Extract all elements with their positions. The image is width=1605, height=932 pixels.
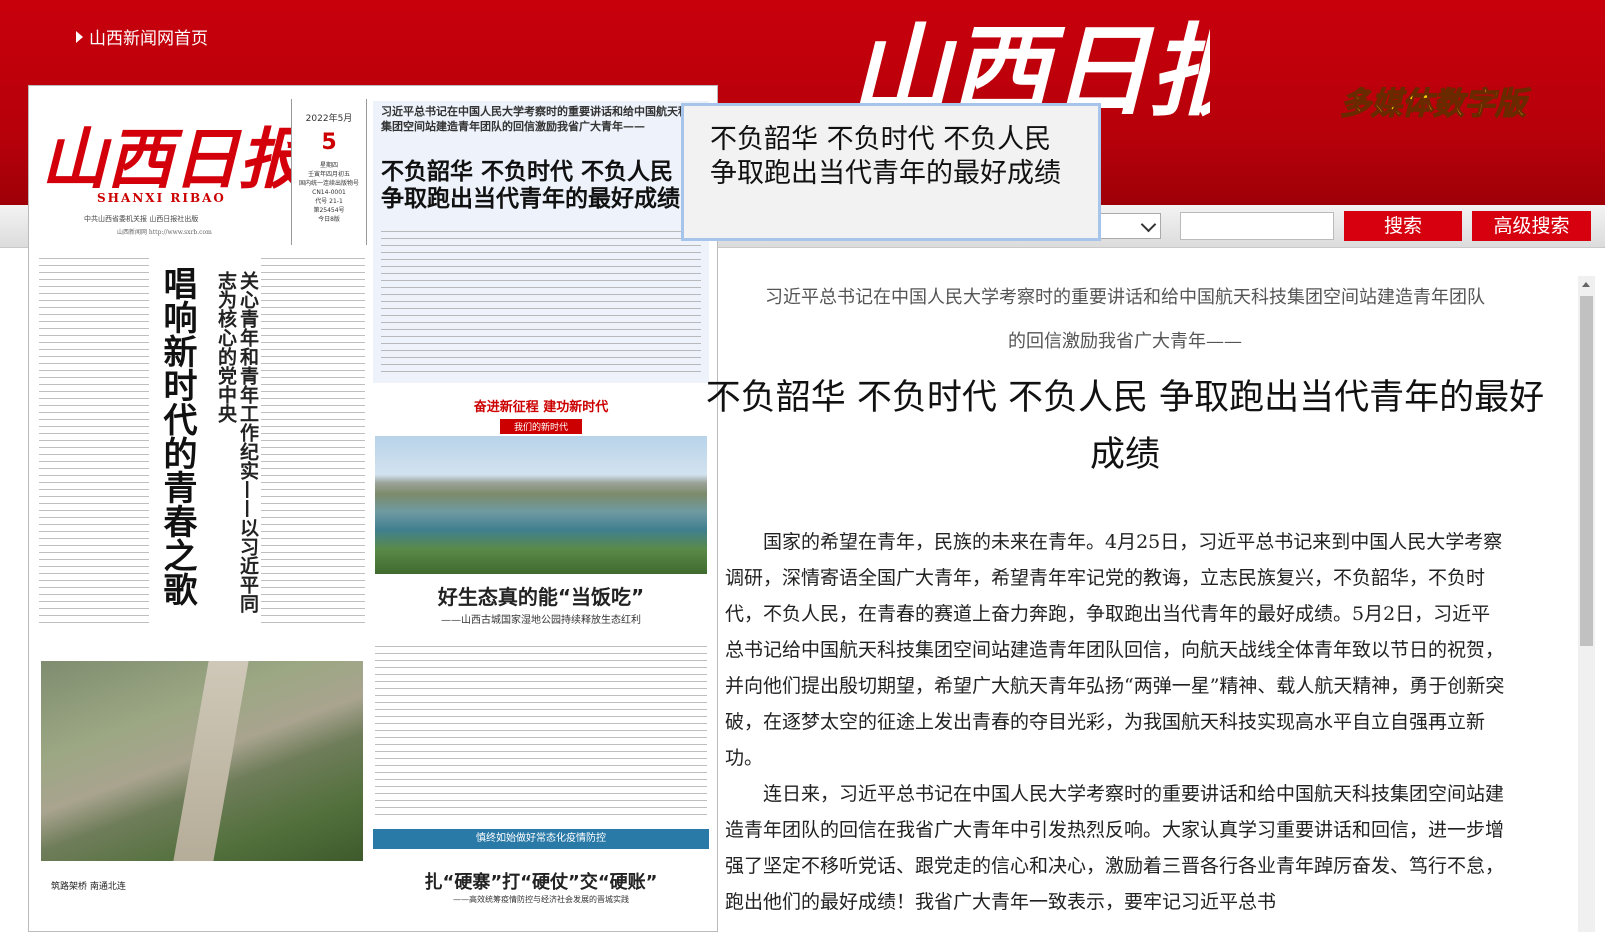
issue-info-line: 国内统一连续出版物号	[298, 180, 359, 187]
feature-body-text	[375, 646, 707, 821]
article-kicker-line: 习近平总书记在中国人民大学考察时的重要讲话和给中国航天科技集团空间站建造青年团队	[765, 287, 1485, 308]
feature-subbanner: 我们的新时代	[499, 419, 582, 434]
home-link-label: 山西新闻网首页	[89, 29, 208, 49]
column-text	[39, 258, 149, 628]
column-text	[261, 258, 365, 628]
bottom-headline[interactable]: 扎“硬寨”打“硬仗”交“硬账”	[373, 868, 709, 894]
vertical-subheadline: 关心青年和青年工作纪实——以习近平同志为核心的党中央	[215, 271, 259, 613]
photo-caption: 筑路架桥 南通北连	[51, 882, 126, 892]
chevron-down-icon	[1140, 216, 1157, 233]
lead-story-body-text	[381, 231, 701, 376]
article-title: 不负韶华 不负时代 不负人民 争取跑出当代青年的最好成绩	[705, 378, 1545, 475]
home-link[interactable]: 山西新闻网首页	[76, 24, 208, 49]
edition-label: 多媒体数字版	[1339, 82, 1590, 122]
masthead-subinfo: 中共山西省委机关报 山西日报社出版	[84, 215, 199, 223]
feature-banner-text: 奋进新征程 建功新时代	[473, 400, 609, 415]
feature-subheadline: ——山西古城国家湿地公园持续释放生态红利	[441, 615, 641, 626]
feature-banner: 奋进新征程 建功新时代 我们的新时代	[373, 396, 709, 434]
vertical-headline[interactable]: 唱响新时代的青春之歌	[157, 266, 197, 606]
epidemic-banner: 慎终如始做好常态化疫情防控	[373, 829, 709, 849]
lake-photo[interactable]	[375, 436, 707, 574]
search-input[interactable]	[1180, 212, 1334, 240]
issue-date-box: 2022年5月 5 星期四 壬寅年四月初五 国内统一连续出版物号 CN14-00…	[291, 99, 367, 245]
article-kicker-line: 的回信激励我省广大青年——	[1008, 331, 1242, 352]
scroll-up-arrow-icon[interactable]	[1578, 276, 1595, 293]
road-strip	[173, 661, 249, 861]
lead-story-kicker: 习近平总书记在中国人民大学考察时的重要讲话和给中国航天科技集团空间站建造青年团队…	[381, 105, 700, 133]
lead-story-block[interactable]: 习近平总书记在中国人民大学考察时的重要讲话和给中国航天科技集团空间站建造青年团队…	[373, 101, 709, 383]
scroll-thumb[interactable]	[1580, 296, 1593, 646]
lead-story-title: 不负韶华 不负时代 不负人民 争取跑出当代青年的最好成绩	[381, 159, 680, 212]
bottom-subheadline: ——高效统筹疫情防控与经济社会发展的晋城实践	[453, 895, 629, 904]
newspaper-page[interactable]: 山西日报 SHANXI RIBAO 中共山西省委机关报 山西日报社出版 山西新闻…	[28, 85, 718, 932]
issue-info-line: 星期四	[319, 162, 338, 169]
search-button[interactable]: 搜索	[1344, 211, 1462, 241]
advanced-search-button[interactable]: 高级搜索	[1472, 211, 1591, 241]
edition-label-text: 多媒体数字版	[1340, 86, 1532, 122]
masthead-text: 山西日报	[41, 120, 291, 198]
issue-info-line: CN14-0001	[312, 189, 346, 196]
masthead-url: 山西新闻网 http://www.sxrb.com	[117, 229, 212, 236]
issue-info-line: 代号 21-1	[315, 198, 343, 205]
issue-info-line: 第25454号	[313, 207, 345, 214]
issue-year-month: 2022年5月	[305, 114, 353, 124]
issue-info-line: 壬寅年四月初五	[307, 171, 350, 178]
masthead-pinyin: SHANXI RIBAO	[97, 191, 226, 205]
hover-tooltip: 不负韶华 不负时代 不负人民 争取跑出当代青年的最好成绩	[681, 103, 1101, 241]
article-panel: 习近平总书记在中国人民大学考察时的重要讲话和给中国航天科技集团空间站建造青年团队…	[705, 276, 1545, 932]
issue-day: 5	[321, 130, 337, 155]
road-construction-photo[interactable]	[41, 661, 363, 861]
article-scrollbar[interactable]	[1578, 276, 1595, 932]
triangle-right-icon	[76, 31, 83, 43]
article-kicker: 习近平总书记在中国人民大学考察时的重要讲话和给中国航天科技集团空间站建造青年团队…	[705, 276, 1545, 364]
issue-info-line: 今日8版	[318, 216, 340, 223]
article-body: 国家的希望在青年，民族的未来在青年。4月25日，习近平总书记来到中国人民大学考察…	[705, 524, 1545, 920]
article-paragraph: 国家的希望在青年，民族的未来在青年。4月25日，习近平总书记来到中国人民大学考察…	[725, 531, 1505, 769]
feature-headline[interactable]: 好生态真的能“当饭吃”	[375, 581, 707, 610]
article-paragraph: 连日来，习近平总书记在中国人民大学考察时的重要讲话和给中国航天科技集团空间站建造…	[725, 783, 1505, 913]
